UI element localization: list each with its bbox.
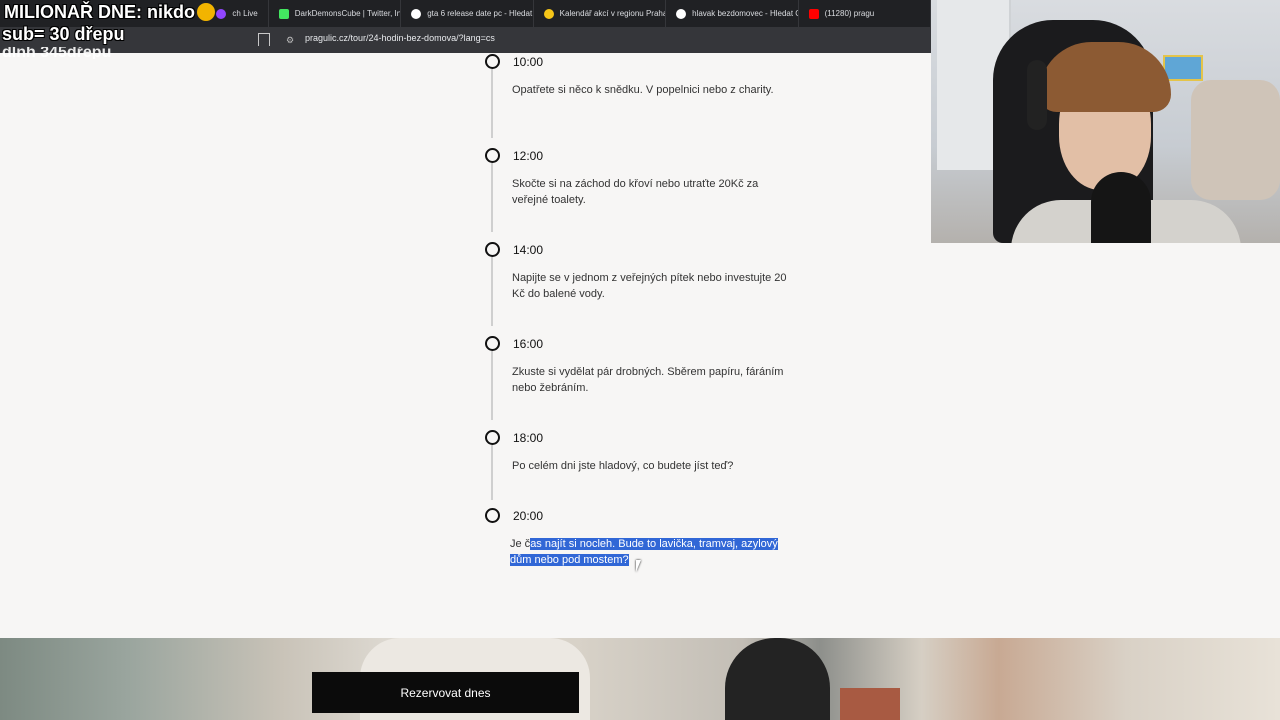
browser-tab[interactable]: gta 6 release date pc - Hledat [401,0,534,27]
overlay-prefix: MILIONAŘ DNE [4,2,136,22]
browser-tab[interactable]: Kalendář akcí v regionu Praha [534,0,667,27]
bookmark-icon[interactable] [258,33,270,46]
tab-label: DarkDemonsCube | Twitter, Ins [294,9,402,18]
microphone-icon [1091,172,1151,243]
timeline-circle-icon [485,54,500,69]
timeline-line [491,69,493,138]
timeline-text: Zkuste si vydělat pár drobných. Sběrem p… [512,366,784,394]
browser-tab[interactable]: hlavak bezdomovec - Hledat G [666,0,799,27]
tab-label: gta 6 release date pc - Hledat [427,9,533,18]
star-icon [543,8,554,19]
timeline-text: Je čas najít si nocleh. Bude to lavička,… [510,536,785,568]
overlay-suffix: : nikdo [136,2,195,22]
timeline-text: Napijte se v jednom z veřejných pítek ne… [512,272,787,300]
google-icon [676,8,687,19]
timeline-text: Opatřete si něco k snědku. V popelnici n… [512,84,774,96]
timeline: 10:00 Opatřete si něco k snědku. V popel… [0,53,931,638]
timeline-circle-icon [485,430,500,445]
browser-tab[interactable]: DarkDemonsCube | Twitter, Ins [269,0,402,27]
webcam-hair [1039,42,1171,112]
timeline-circle-icon [485,508,500,523]
webcam-feed [931,0,1280,243]
mouse-cursor-icon [636,560,646,572]
timeline-time: 16:00 [513,337,544,351]
url-field[interactable]: pragulic.cz/tour/24-hodin-bez-domova/?la… [305,33,495,43]
overlay-milionar: MILIONAŘ DNE: nikdo [4,2,215,23]
headset-icon [1027,60,1047,130]
timeline-line [491,351,493,420]
timeline-circle-icon [485,336,500,351]
timeline-time: 20:00 [513,509,544,523]
photo-brick [840,688,900,720]
twitch-icon [216,8,227,19]
timeline-time: 14:00 [513,243,544,257]
timeline-circle-icon [485,242,500,257]
timeline-text: Skočte si na záchod do křoví nebo utraťt… [512,178,759,206]
google-icon [411,8,422,19]
timeline-time: 12:00 [513,149,544,163]
tab-label: hlavak bezdomovec - Hledat G [692,9,799,18]
hero-photo [0,638,1280,720]
timeline-line [491,257,493,326]
overlay-sub: sub= 30 dřepu [2,24,125,44]
tab-label: Kalendář akcí v regionu Praha [559,9,667,18]
timeline-line [491,445,493,500]
pensive-emoji-icon [197,3,215,21]
timeline-time: 10:00 [513,55,544,69]
timeline-time: 18:00 [513,431,544,445]
tab-label: (11280) pragu [824,9,875,18]
book-now-button[interactable]: Rezervovat dnes [312,672,579,713]
timeline-circle-icon [485,148,500,163]
webcam-sofa [1191,80,1280,200]
youtube-icon [808,8,819,19]
unselected-text: Je č [510,538,531,550]
browser-tab[interactable]: (11280) pragu [799,0,931,27]
site-info-icon[interactable]: ⚙ [286,35,296,45]
webcam-shelf [1163,55,1203,81]
tab-label: ch Live [232,9,258,18]
linktree-icon [278,8,289,19]
timeline-line [491,163,493,232]
timeline-text: Po celém dni jste hladový, co budete jís… [512,460,734,472]
